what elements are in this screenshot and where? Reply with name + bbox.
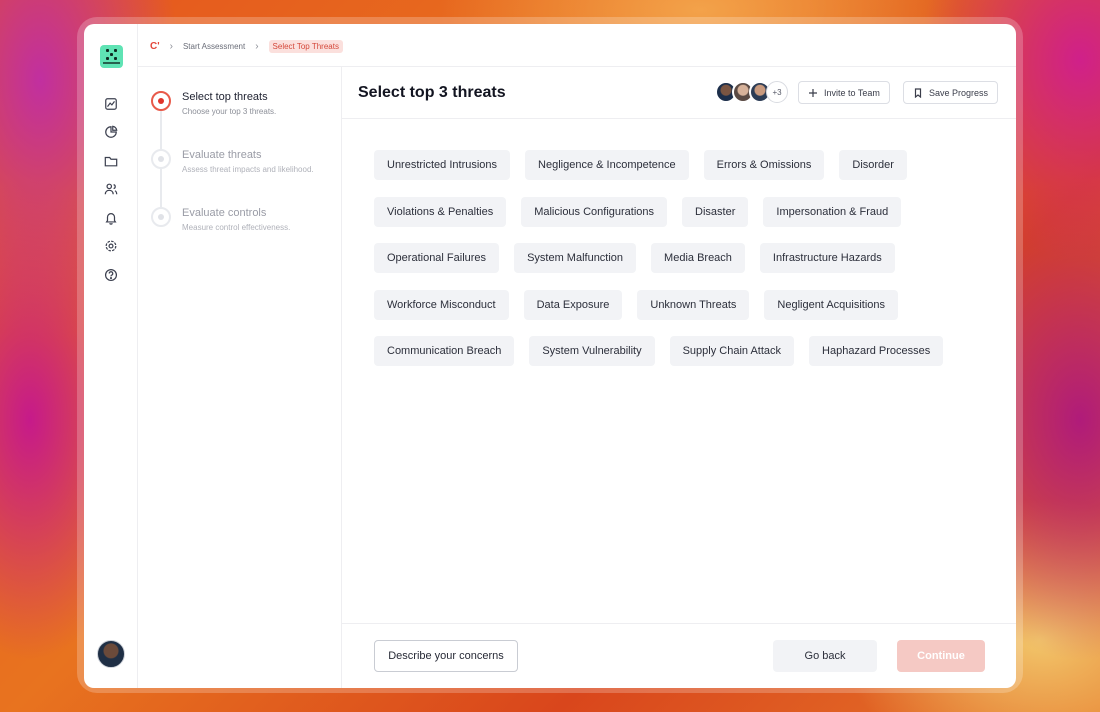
step-select-top-threats[interactable]: Select top threats Choose your top 3 thr…	[182, 91, 276, 116]
chevron-right-icon: ›	[169, 41, 173, 52]
threat-chip[interactable]: Unknown Threats	[637, 290, 750, 320]
threat-chip[interactable]: Communication Breach	[374, 336, 515, 366]
continue-button[interactable]: Continue	[897, 640, 985, 672]
threat-row: Communication Breach System Vulnerabilit…	[374, 336, 958, 366]
threat-chip[interactable]: Errors & Omissions	[703, 150, 825, 180]
chevron-right-icon: ›	[255, 41, 259, 52]
icon-rail	[84, 24, 138, 688]
step-evaluate-controls[interactable]: Evaluate controls Measure control effect…	[182, 207, 290, 232]
user-avatar[interactable]	[97, 640, 125, 668]
step-subtitle: Measure control effectiveness.	[182, 223, 291, 232]
threat-chip[interactable]: Disorder	[839, 150, 907, 180]
threat-row: Operational Failures System Malfunction …	[374, 243, 910, 273]
step-title: Select top threats	[182, 91, 268, 103]
step-connector	[160, 111, 162, 151]
step-subtitle: Choose your top 3 threats.	[182, 107, 277, 116]
step-indicator-active	[151, 91, 171, 111]
save-progress-label: Save Progress	[929, 87, 989, 98]
steps-panel: Select top threats Choose your top 3 thr…	[138, 67, 342, 688]
step-title: Evaluate controls	[182, 207, 267, 219]
save-progress-button[interactable]: Save Progress	[903, 81, 999, 104]
threat-chip[interactable]: Negligent Acquisitions	[764, 290, 899, 320]
plus-icon	[809, 88, 817, 97]
bookmark-icon	[914, 87, 922, 98]
step-subtitle: Assess threat impacts and likelihood.	[182, 165, 314, 174]
step-indicator	[151, 149, 171, 169]
threat-chip[interactable]: Unrestricted Intrusions	[374, 150, 511, 180]
breadcrumb-logo[interactable]: C'	[150, 41, 160, 52]
breadcrumb-select-top-threats[interactable]: Select Top Threats	[268, 40, 343, 53]
page-title: Select top 3 threats	[358, 84, 506, 101]
pie-chart-icon[interactable]	[103, 124, 119, 140]
threat-chip[interactable]: Disaster	[682, 197, 749, 227]
threat-chip[interactable]: System Malfunction	[514, 243, 637, 273]
threat-chip[interactable]: Malicious Configurations	[521, 197, 668, 227]
threat-chip[interactable]: Violations & Penalties	[374, 197, 507, 227]
invite-label: Invite to Team	[824, 87, 880, 98]
folder-icon[interactable]	[103, 153, 119, 169]
bell-icon[interactable]	[103, 210, 119, 226]
step-title: Evaluate threats	[182, 149, 262, 161]
breadcrumb: C' › Start Assessment › Select Top Threa…	[150, 40, 343, 53]
threat-chip[interactable]: Operational Failures	[374, 243, 500, 273]
go-back-button[interactable]: Go back	[773, 640, 877, 672]
threat-chip[interactable]: Negligence & Incompetence	[525, 150, 689, 180]
users-icon[interactable]	[103, 181, 119, 197]
breadcrumb-start-assessment[interactable]: Start Assessment	[183, 42, 245, 51]
top-bar: C' › Start Assessment › Select Top Threa…	[138, 24, 1016, 67]
footer-actions: Describe your concerns Go back Continue	[342, 623, 1016, 688]
threat-chip[interactable]: Infrastructure Hazards	[759, 243, 895, 273]
threat-chip[interactable]: Impersonation & Fraud	[763, 197, 902, 227]
threat-chip[interactable]: Data Exposure	[523, 290, 623, 320]
invite-to-team-button[interactable]: Invite to Team	[798, 81, 890, 104]
app-logo-icon[interactable]	[100, 45, 123, 68]
threat-chip[interactable]: System Vulnerability	[529, 336, 655, 366]
threat-row: Violations & Penalties Malicious Configu…	[374, 197, 916, 227]
more-members-badge[interactable]: +3	[766, 81, 788, 103]
help-icon[interactable]	[103, 267, 119, 283]
describe-concerns-button[interactable]: Describe your concerns	[374, 640, 518, 672]
chart-icon[interactable]	[103, 96, 119, 112]
gear-icon[interactable]	[103, 238, 119, 254]
step-evaluate-threats[interactable]: Evaluate threats Assess threat impacts a…	[182, 149, 314, 174]
threat-chip[interactable]: Haphazard Processes	[809, 336, 944, 366]
app-window: C' › Start Assessment › Select Top Threa…	[84, 24, 1016, 688]
threat-chip[interactable]: Supply Chain Attack	[669, 336, 795, 366]
threat-row: Unrestricted Intrusions Negligence & Inc…	[374, 150, 922, 180]
main-header: Select top 3 threats +3 Invite to Team S…	[342, 67, 1016, 119]
step-indicator	[151, 207, 171, 227]
threat-chip[interactable]: Workforce Misconduct	[374, 290, 509, 320]
threat-row: Workforce Misconduct Data Exposure Unkno…	[374, 290, 913, 320]
main-content: Select top 3 threats +3 Invite to Team S…	[342, 67, 1016, 688]
threat-chip[interactable]: Media Breach	[651, 243, 745, 273]
